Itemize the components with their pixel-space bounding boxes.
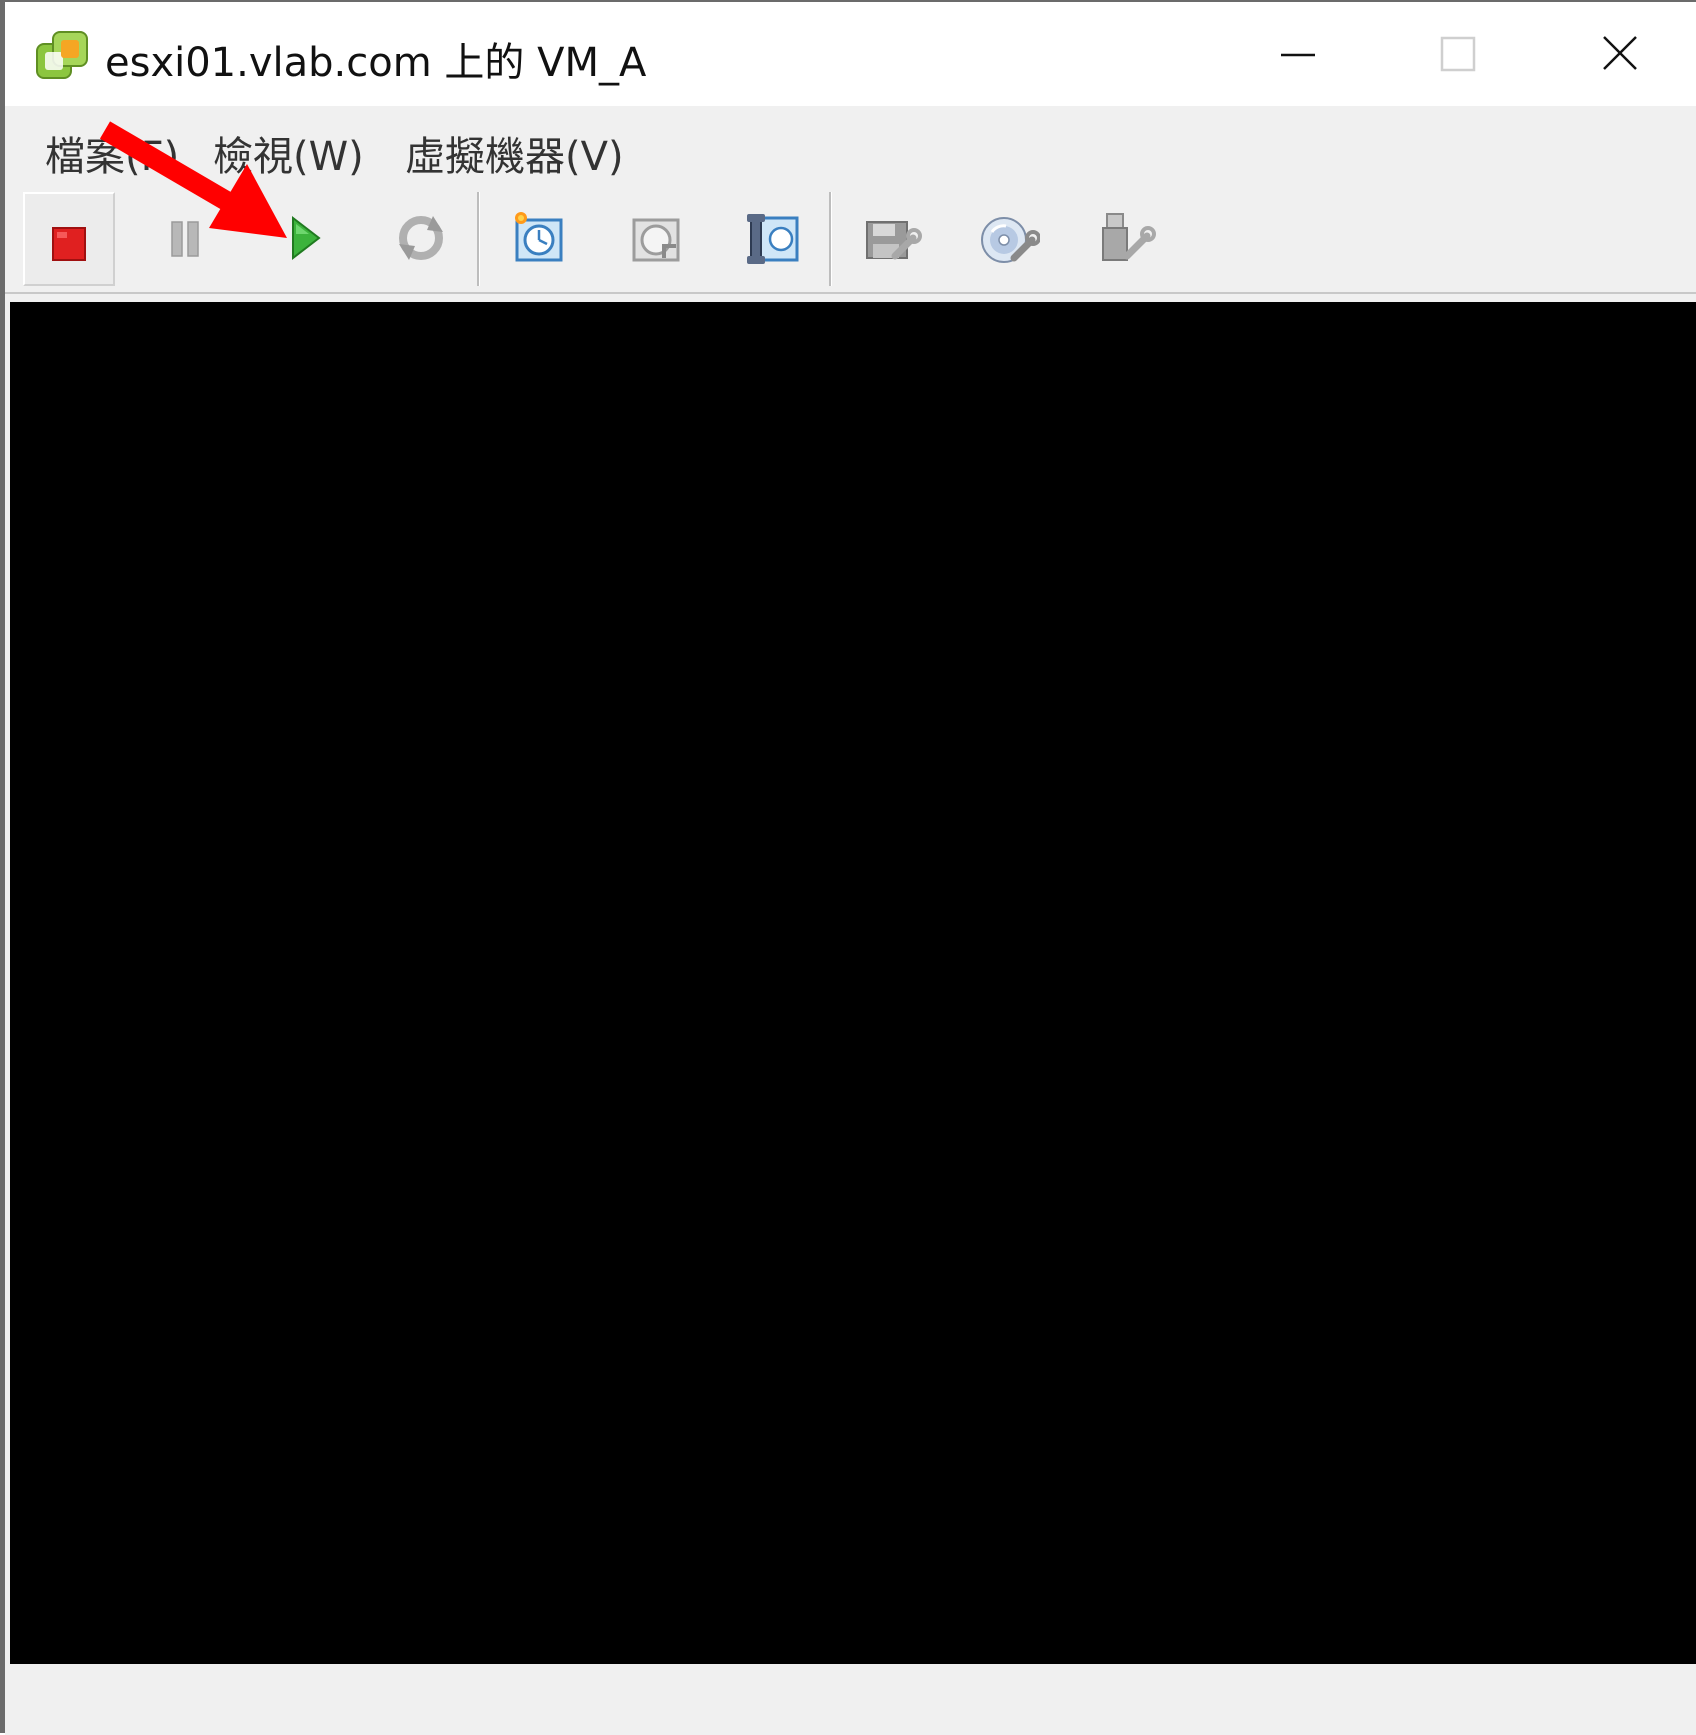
floppy-device-button[interactable] xyxy=(845,192,937,286)
maximize-button[interactable] xyxy=(1423,22,1493,86)
usb-device-icon xyxy=(1102,213,1156,261)
reset-icon xyxy=(399,216,443,260)
minimize-button[interactable] xyxy=(1263,22,1333,86)
menu-vm[interactable]: 虛擬機器(V) xyxy=(405,124,624,182)
reset-button[interactable] xyxy=(375,192,467,286)
take-snapshot-icon xyxy=(515,212,563,262)
maximize-icon xyxy=(1440,36,1476,72)
power-off-icon xyxy=(52,227,86,261)
cd-dvd-device-button[interactable] xyxy=(962,192,1054,286)
vm-console-window: esxi01.vlab.com 上的 VM_A 檔案(F) 檢視(W) 虛擬機器… xyxy=(0,0,1696,1735)
title-bar[interactable]: esxi01.vlab.com 上的 VM_A xyxy=(5,2,1696,106)
status-bar xyxy=(5,1664,1696,1735)
close-button[interactable] xyxy=(1585,22,1655,86)
snapshot-manager-button[interactable] xyxy=(727,192,819,286)
window-title: esxi01.vlab.com 上的 VM_A xyxy=(105,40,647,86)
usb-device-button[interactable] xyxy=(1079,192,1171,286)
snapshot-manager-icon xyxy=(747,214,799,264)
toolbar-separator xyxy=(477,192,480,286)
revert-snapshot-icon xyxy=(632,218,680,262)
minimize-icon xyxy=(1281,53,1315,57)
close-icon xyxy=(1603,36,1637,70)
annotation-arrow-icon xyxy=(99,121,287,238)
take-snapshot-button[interactable] xyxy=(493,192,585,286)
vsphere-icon xyxy=(36,31,88,79)
toolbar-separator xyxy=(829,192,832,286)
cd-dvd-device-icon xyxy=(981,217,1040,263)
floppy-device-icon xyxy=(866,221,922,260)
revert-snapshot-button[interactable] xyxy=(610,192,702,286)
vm-console-screen[interactable] xyxy=(10,302,1696,1664)
